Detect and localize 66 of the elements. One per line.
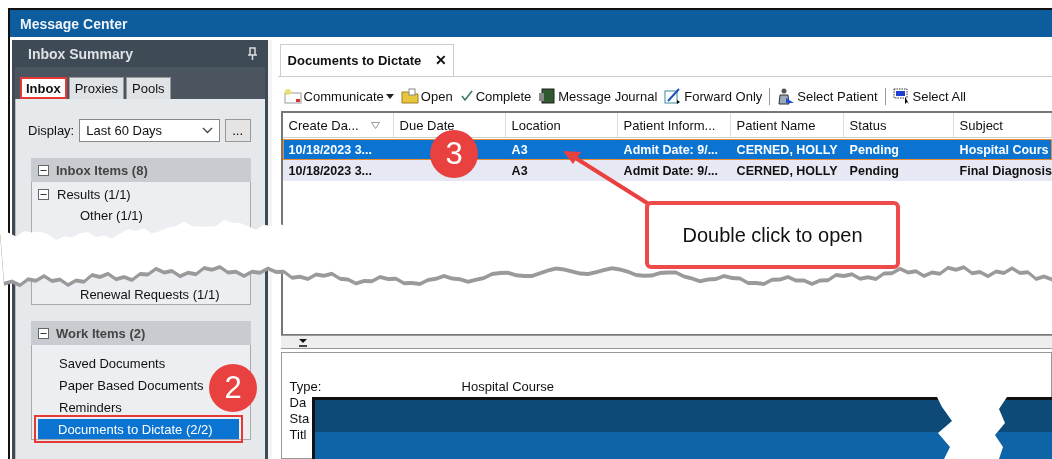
column-header[interactable]: Location xyxy=(505,113,618,138)
section-header[interactable]: Inbox Items (8) xyxy=(31,158,251,182)
column-header[interactable]: Patient Inform... xyxy=(617,113,731,138)
table-cell: Pending xyxy=(849,142,899,157)
work-item[interactable]: Reminders xyxy=(59,397,122,417)
table-cell: Admit Date: 9/... xyxy=(623,142,719,157)
collapse-icon[interactable] xyxy=(38,189,49,200)
person-icon xyxy=(777,87,796,105)
section-header[interactable]: Work Items (2) xyxy=(31,321,251,345)
envelope-icon xyxy=(283,88,302,104)
toolbar-button[interactable]: Select All xyxy=(884,87,966,105)
window-title: Message Center xyxy=(20,15,128,32)
section-title: Inbox Items (8) xyxy=(56,162,148,178)
panel-title: Inbox Summary xyxy=(28,45,134,62)
caret-icon xyxy=(385,93,394,99)
table-cell: CERNED, HOLLY xyxy=(736,142,838,157)
section-title: Work Items (2) xyxy=(56,325,146,341)
panel-tab[interactable]: Proxies xyxy=(68,77,125,99)
more-button[interactable]: ... xyxy=(224,119,251,142)
panel-tab[interactable]: Pools xyxy=(126,77,171,99)
field-label: Type: xyxy=(289,379,323,395)
table-cell: Pending xyxy=(849,163,899,178)
pin-icon[interactable] xyxy=(247,47,257,60)
toolbar-button[interactable]: Complete xyxy=(459,88,532,104)
tree-item[interactable]: Other (1/1) xyxy=(80,208,143,223)
work-item[interactable]: Paper Based Documents xyxy=(59,375,204,395)
table-cell: 10/18/2023 3... xyxy=(288,142,372,157)
collapse-arrow-icon[interactable] xyxy=(297,337,308,347)
panel-tab[interactable]: Inbox xyxy=(20,77,67,99)
work-item[interactable]: Saved Documents xyxy=(59,353,166,373)
table-cell: Admit Date: 9/... xyxy=(623,163,719,178)
sort-icon xyxy=(370,121,380,129)
table-cell: A3 xyxy=(511,142,528,157)
column-header[interactable]: Create Da... xyxy=(282,113,394,138)
checkmark-icon xyxy=(459,89,474,103)
column-header[interactable]: Subject xyxy=(953,113,1052,138)
column-header[interactable]: Patient Name xyxy=(730,113,844,138)
table-cell: Hospital Cours xyxy=(959,142,1049,157)
callout: Double click to open xyxy=(645,201,900,269)
toolbar-button[interactable]: Open xyxy=(400,88,453,104)
tree-item[interactable]: Renewal Requests (1/1) xyxy=(80,287,220,302)
toolbar-button[interactable]: Select Patient xyxy=(769,87,878,105)
toolbar-button[interactable]: Message Journal xyxy=(538,88,658,104)
display-label: Display: xyxy=(28,123,75,138)
table-cell: Final Diagnosis xyxy=(959,163,1052,178)
table-cell: A3 xyxy=(511,163,528,178)
collapse-icon[interactable] xyxy=(38,164,49,176)
chevron-down-icon xyxy=(201,127,213,134)
display-dropdown[interactable]: Last 60 Days xyxy=(79,119,220,142)
folder-icon xyxy=(400,88,419,104)
forward-pen-icon xyxy=(664,87,683,105)
table-cell: 10/18/2023 3... xyxy=(288,163,372,178)
journal-icon xyxy=(538,88,557,104)
column-header[interactable]: Status xyxy=(843,113,954,138)
close-button[interactable]: ✕ xyxy=(435,52,448,68)
field-label: Da xyxy=(289,395,308,411)
table-cell: CERNED, HOLLY xyxy=(736,163,838,178)
field-label: Sta xyxy=(289,411,311,427)
field-label: Titl xyxy=(289,427,308,443)
toolbar-button[interactable]: Communicate xyxy=(283,88,394,104)
toolbar-button[interactable]: Forward Only xyxy=(664,87,763,105)
select-all-icon xyxy=(892,87,911,105)
collapse-icon[interactable] xyxy=(38,327,49,339)
tree-item[interactable]: Results (1/1) xyxy=(57,187,131,202)
document-tab[interactable]: Documents to Dictate ✕ xyxy=(279,44,455,76)
field-value: Hospital Course xyxy=(461,379,555,395)
